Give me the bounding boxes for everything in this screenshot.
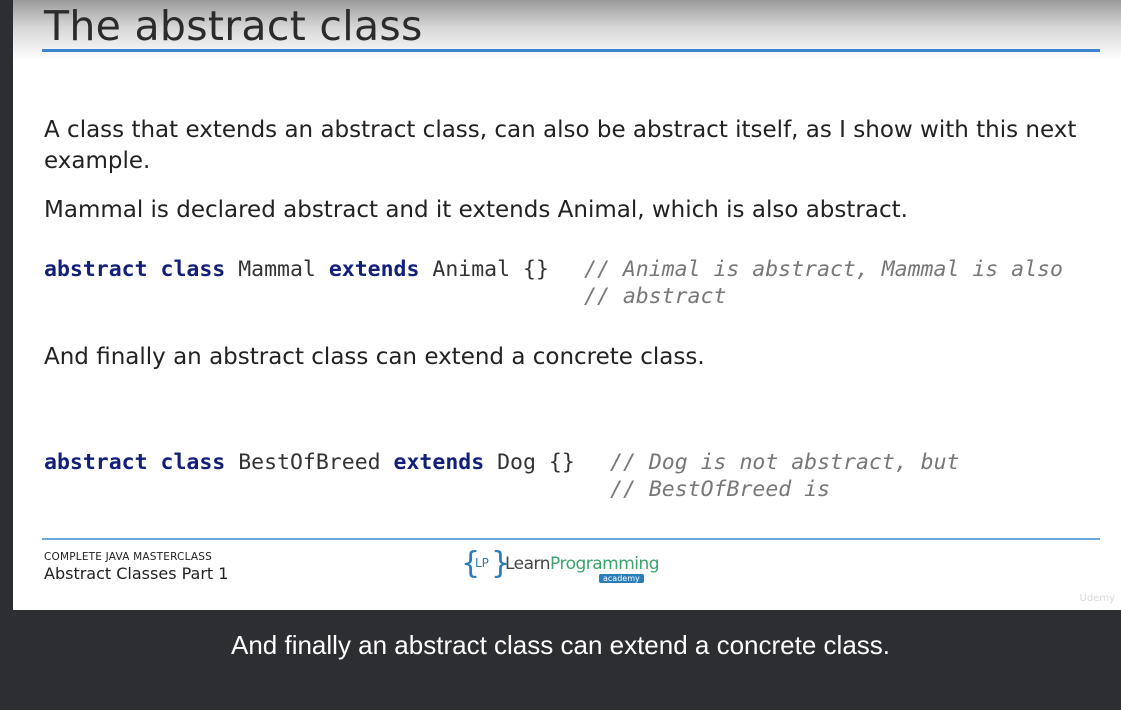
code-line-2: abstract class BestOfBreed extends Dog {…: [44, 449, 575, 476]
footer-course: COMPLETE JAVA MASTERCLASS: [44, 551, 212, 563]
code-keyword: class: [160, 257, 226, 282]
learnprogramming-logo: { LP } LearnProgramming academy: [461, 546, 661, 588]
code-comment-1: // Animal is abstract, Mammal is also //…: [584, 257, 1063, 309]
footer-lecture: Abstract Classes Part 1: [44, 564, 229, 583]
code-rest: Animal {}: [432, 257, 549, 282]
logo-lp: LP: [475, 556, 489, 570]
paragraph-1: A class that extends an abstract class, …: [44, 117, 1077, 174]
slide-title: The abstract class: [44, 2, 423, 50]
footer-divider: [42, 538, 1100, 540]
subtitle-caption: And finally an abstract class can extend…: [230, 630, 890, 660]
code-line-1: abstract class Mammal extends Animal {}: [44, 256, 549, 283]
code-keyword: abstract: [44, 257, 148, 282]
code-keyword: extends: [393, 450, 485, 475]
title-divider: [42, 49, 1100, 52]
code-keyword: class: [160, 450, 226, 475]
logo-text: LearnProgramming: [505, 554, 660, 574]
code-comment-2: // Dog is not abstract, but // BestOfBre…: [610, 450, 960, 502]
logo-academy: academy: [599, 574, 644, 583]
code-identifier: BestOfBreed: [238, 450, 381, 475]
code-keyword: abstract: [44, 450, 148, 475]
code-rest: Dog {}: [497, 450, 575, 475]
slide: The abstract class A class that extends …: [13, 0, 1121, 610]
paragraph-3: And finally an abstract class can extend…: [44, 344, 705, 370]
paragraph-2: Mammal is declared abstract and it exten…: [44, 197, 908, 223]
udemy-watermark: Udemy: [1079, 593, 1115, 604]
code-identifier: Mammal: [238, 257, 316, 282]
code-keyword: extends: [328, 257, 420, 282]
